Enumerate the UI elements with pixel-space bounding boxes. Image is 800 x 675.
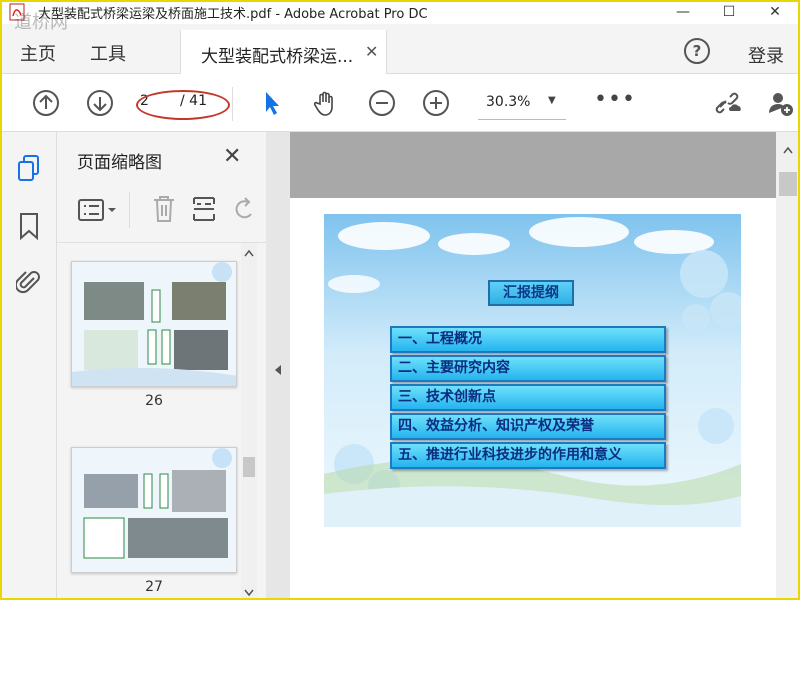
document-tab-close-icon[interactable]: ✕ <box>365 42 378 61</box>
thumbnail-label-26: 26 <box>145 393 163 409</box>
menu-home[interactable]: 主页 <box>20 40 56 66</box>
share-link-icon[interactable] <box>714 89 742 117</box>
thumbnail-26-image <box>72 262 236 386</box>
menu-bar: 主页 工具 <box>0 24 800 74</box>
window-title: 大型装配式桥梁运梁及桥面施工技术.pdf - Adobe Acrobat Pro… <box>38 7 428 22</box>
login-button[interactable]: 登录 <box>748 42 784 68</box>
slide-title: 汇报提纲 <box>488 280 574 306</box>
document-view[interactable]: 汇报提纲 一、工程概况 二、主要研究内容 三、技术创新点 四、效益分析、知识产权… <box>290 132 776 675</box>
rotate-page-icon[interactable] <box>233 196 255 222</box>
document-tab-label: 大型装配式桥梁运... <box>201 47 354 67</box>
bookmark-icon[interactable] <box>18 212 40 240</box>
panel-close-icon[interactable]: ✕ <box>223 144 241 169</box>
pdf-page: 汇报提纲 一、工程概况 二、主要研究内容 三、技术创新点 四、效益分析、知识产权… <box>290 198 776 675</box>
next-page-icon[interactable] <box>86 89 114 117</box>
thumbnail-options-icon[interactable] <box>77 196 119 224</box>
thumbnail-list: 26 27 <box>57 242 266 600</box>
watermark-text: 道桥网 <box>14 12 68 33</box>
minimize-button[interactable]: — <box>660 0 706 24</box>
thumbnail-scrollbar[interactable] <box>241 243 257 600</box>
thumbnail-27-image <box>72 448 236 572</box>
maximize-button[interactable]: ☐ <box>706 0 752 24</box>
document-scrollbar[interactable] <box>776 132 800 600</box>
outline-item-5: 五、推进行业科技进步的作用和意义 <box>390 442 666 469</box>
collapse-arrow-icon[interactable] <box>274 364 282 376</box>
thumbnail-scroll-thumb[interactable] <box>243 457 255 477</box>
close-window-button[interactable]: ✕ <box>752 0 798 24</box>
select-arrow-icon[interactable] <box>258 89 286 117</box>
outline-item-4: 四、效益分析、知识产权及荣誉 <box>390 413 666 440</box>
extract-page-icon[interactable] <box>191 194 217 224</box>
slide-content: 汇报提纲 一、工程概况 二、主要研究内容 三、技术创新点 四、效益分析、知识产权… <box>324 214 741 527</box>
previous-page-icon[interactable] <box>32 89 60 117</box>
panel-title: 页面缩略图 <box>77 153 162 173</box>
more-options-icon[interactable]: ••• <box>594 87 636 112</box>
help-icon[interactable]: ? <box>684 38 710 64</box>
zoom-underline <box>478 119 566 120</box>
toolbar: 2 / 41 30.3% ▼ ••• <box>0 75 800 132</box>
thumbnail-label-27: 27 <box>145 579 163 595</box>
scroll-up-icon[interactable] <box>244 249 254 257</box>
thumbnail-page-27[interactable] <box>71 447 237 573</box>
title-bar: 大型装配式桥梁运梁及桥面施工技术.pdf - Adobe Acrobat Pro… <box>0 0 800 24</box>
page-thumbnails-icon[interactable] <box>16 154 42 182</box>
document-tab[interactable]: 大型装配式桥梁运... ✕ <box>180 30 387 74</box>
panel-collapse-handle[interactable] <box>266 132 290 600</box>
document-scroll-thumb[interactable] <box>779 172 797 196</box>
zoom-level-select[interactable]: 30.3% <box>486 94 530 110</box>
red-highlight-ellipse <box>136 90 230 120</box>
zoom-in-icon[interactable] <box>422 89 450 117</box>
attachment-icon[interactable] <box>16 268 42 296</box>
add-user-icon[interactable] <box>766 89 794 117</box>
hand-tool-icon[interactable] <box>312 89 340 117</box>
navigation-rail <box>0 132 57 600</box>
panel-toolbar-divider <box>129 192 130 228</box>
panel-toolbar <box>57 184 266 238</box>
outline-item-3: 三、技术创新点 <box>390 384 666 411</box>
outline-item-2: 二、主要研究内容 <box>390 355 666 382</box>
chevron-down-icon[interactable]: ▼ <box>548 95 556 106</box>
thumbnail-page-26[interactable] <box>71 261 237 387</box>
zoom-out-icon[interactable] <box>368 89 396 117</box>
thumbnails-panel: 页面缩略图 ✕ 26 27 <box>57 132 266 600</box>
menu-tools[interactable]: 工具 <box>90 40 126 66</box>
delete-page-icon[interactable] <box>151 194 177 224</box>
outline-item-1: 一、工程概况 <box>390 326 666 353</box>
scroll-down-icon[interactable] <box>244 589 254 597</box>
toolbar-divider <box>232 87 233 121</box>
doc-scroll-up-icon[interactable] <box>783 146 793 154</box>
